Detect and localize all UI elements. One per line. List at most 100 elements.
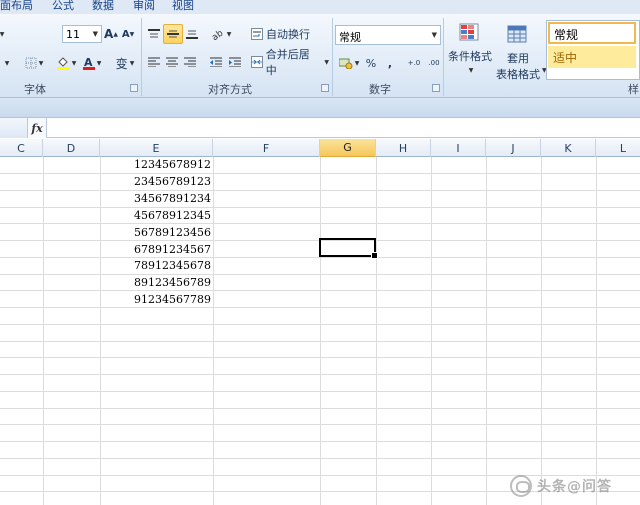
column-header-e[interactable]: E — [100, 139, 213, 157]
phonetic-icon: 变 — [115, 56, 128, 71]
conditional-formatting-icon — [459, 23, 479, 41]
column-header-c[interactable]: C — [0, 139, 43, 157]
format-as-table-button[interactable]: 套用 表格格式 — [494, 20, 542, 86]
increase-decimal-button[interactable]: +.0 — [405, 54, 423, 72]
font-dialog-launcher[interactable] — [130, 84, 138, 92]
cell-e1[interactable]: 12345678912 — [100, 157, 213, 173]
style-normal-label: 常规 — [554, 28, 579, 42]
grow-font-button[interactable]: A ▲ — [104, 25, 118, 43]
column-header-j[interactable]: J — [486, 139, 541, 157]
gridline-vertical — [376, 157, 377, 505]
ribbon: ▼ 11 ▼ A ▲ A ▼ ▼ ▼ ▼ A ▼ 变 ▼ 字体 ab ▼ 自动换… — [0, 14, 640, 98]
tab-view[interactable]: 视图 — [172, 0, 194, 14]
font-color-icon: A — [82, 56, 95, 70]
font-size-dropdown[interactable]: 11 ▼ — [62, 25, 102, 43]
font-group-label: 字体 — [24, 83, 46, 96]
phonetic-button[interactable]: 变 ▼ — [112, 54, 138, 72]
align-bottom-button[interactable] — [183, 24, 201, 44]
text-orientation-icon: ab — [211, 28, 225, 40]
cell-e4[interactable]: 45678912345 — [100, 208, 213, 224]
align-right-button[interactable] — [181, 52, 199, 72]
align-left-button[interactable] — [145, 52, 163, 72]
align-center-icon — [166, 57, 178, 67]
watermark-text: 头条@问答 — [537, 479, 612, 495]
group-separator — [332, 18, 333, 96]
active-cell-g6[interactable] — [319, 238, 378, 259]
bold-dropdown-arrow[interactable]: ▼ — [0, 54, 12, 72]
cell-e2[interactable]: 23456789123 — [100, 174, 213, 190]
svg-text:ab: ab — [211, 28, 225, 40]
column-header-h[interactable]: H — [376, 139, 431, 157]
cell-e5[interactable]: 56789123456 — [100, 225, 213, 241]
insert-function-button[interactable]: fx — [28, 118, 47, 138]
decrease-indent-button[interactable] — [207, 52, 225, 72]
gridline-vertical — [431, 157, 432, 505]
cell-e3[interactable]: 34567891234 — [100, 191, 213, 207]
cell-e8[interactable]: 89123456789 — [100, 275, 213, 291]
shrink-font-button[interactable]: A ▼ — [121, 25, 135, 43]
gridline-vertical — [43, 157, 44, 505]
align-middle-icon — [167, 30, 179, 38]
gridline-horizontal — [0, 324, 640, 325]
wrap-text-button[interactable]: 自动换行 — [250, 24, 314, 44]
fill-color-button[interactable]: ▼ — [52, 54, 80, 72]
cell-e9[interactable]: 91234567789 — [100, 292, 213, 308]
column-header-l[interactable]: L — [596, 139, 640, 157]
accounting-format-button[interactable]: ▼ — [337, 54, 361, 72]
align-center-button[interactable] — [163, 52, 181, 72]
percent-style-button[interactable]: % — [364, 54, 378, 72]
comma-style-button[interactable]: , — [384, 54, 396, 72]
column-header-d[interactable]: D — [43, 139, 100, 157]
align-middle-button[interactable] — [163, 24, 183, 44]
gridline-horizontal — [0, 458, 640, 459]
borders-button[interactable]: ▼ — [20, 54, 48, 72]
name-box[interactable] — [0, 118, 28, 138]
gridline-horizontal — [0, 341, 640, 342]
merge-center-label: 合并后居中 — [265, 48, 310, 77]
number-dialog-launcher[interactable] — [432, 84, 440, 92]
format-as-table-label-line2: 表格格式 — [496, 68, 540, 81]
paint-bucket-icon — [56, 57, 69, 70]
number-format-dropdown[interactable]: 常规 ▼ — [335, 25, 441, 45]
increase-indent-button[interactable] — [226, 52, 244, 72]
font-color-button[interactable]: A ▼ — [80, 54, 104, 72]
column-header-i[interactable]: I — [431, 139, 486, 157]
style-neutral-label: 适中 — [553, 51, 578, 65]
comma-icon: , — [387, 56, 393, 70]
gridline-horizontal — [0, 190, 640, 191]
number-group-label: 数字 — [369, 83, 391, 96]
alignment-dialog-launcher[interactable] — [321, 84, 329, 92]
tab-page-layout[interactable]: 面布局 — [0, 0, 33, 14]
column-header-f[interactable]: F — [213, 139, 320, 157]
column-header-k[interactable]: K — [541, 139, 596, 157]
style-normal[interactable]: 常规 — [548, 22, 636, 44]
align-bottom-icon — [186, 30, 198, 39]
cell-e6[interactable]: 67891234567 — [100, 242, 213, 258]
orientation-button[interactable]: ab ▼ — [208, 24, 234, 44]
group-separator — [443, 18, 444, 96]
decrease-decimal-button[interactable]: .00 — [425, 54, 443, 72]
conditional-formatting-button[interactable]: 条件格式 ▼ — [446, 20, 494, 76]
tab-data[interactable]: 数据 — [92, 0, 114, 14]
gridline-horizontal — [0, 274, 640, 275]
increase-decimal-icon: +.0 — [407, 59, 421, 67]
merge-center-button[interactable]: 合并后居中 ▼ — [250, 48, 330, 77]
cell-e7[interactable]: 78912345678 — [100, 258, 213, 274]
gridline-vertical — [320, 157, 321, 505]
ribbon-tabs: 面布局 公式 数据 审阅 视图 — [0, 0, 640, 14]
tab-formulas[interactable]: 公式 — [52, 0, 74, 14]
font-name-dropdown-arrow[interactable]: ▼ — [0, 26, 6, 42]
cell-grid[interactable]: 12345678912 23456789123 34567891234 4567… — [0, 157, 640, 505]
gridline-horizontal — [0, 441, 640, 442]
fx-icon: fx — [31, 121, 43, 135]
cell-styles-gallery: 常规 适中 — [546, 20, 640, 80]
style-neutral[interactable]: 适中 — [548, 46, 636, 68]
align-top-button[interactable] — [145, 24, 163, 44]
column-header-g[interactable]: G — [320, 139, 376, 157]
tab-review[interactable]: 审阅 — [133, 0, 155, 14]
formula-input[interactable] — [47, 118, 640, 138]
gridline-horizontal — [0, 207, 640, 208]
wrap-text-label: 自动换行 — [266, 28, 310, 41]
ribbon-band — [0, 98, 640, 118]
gridline-vertical — [486, 157, 487, 505]
